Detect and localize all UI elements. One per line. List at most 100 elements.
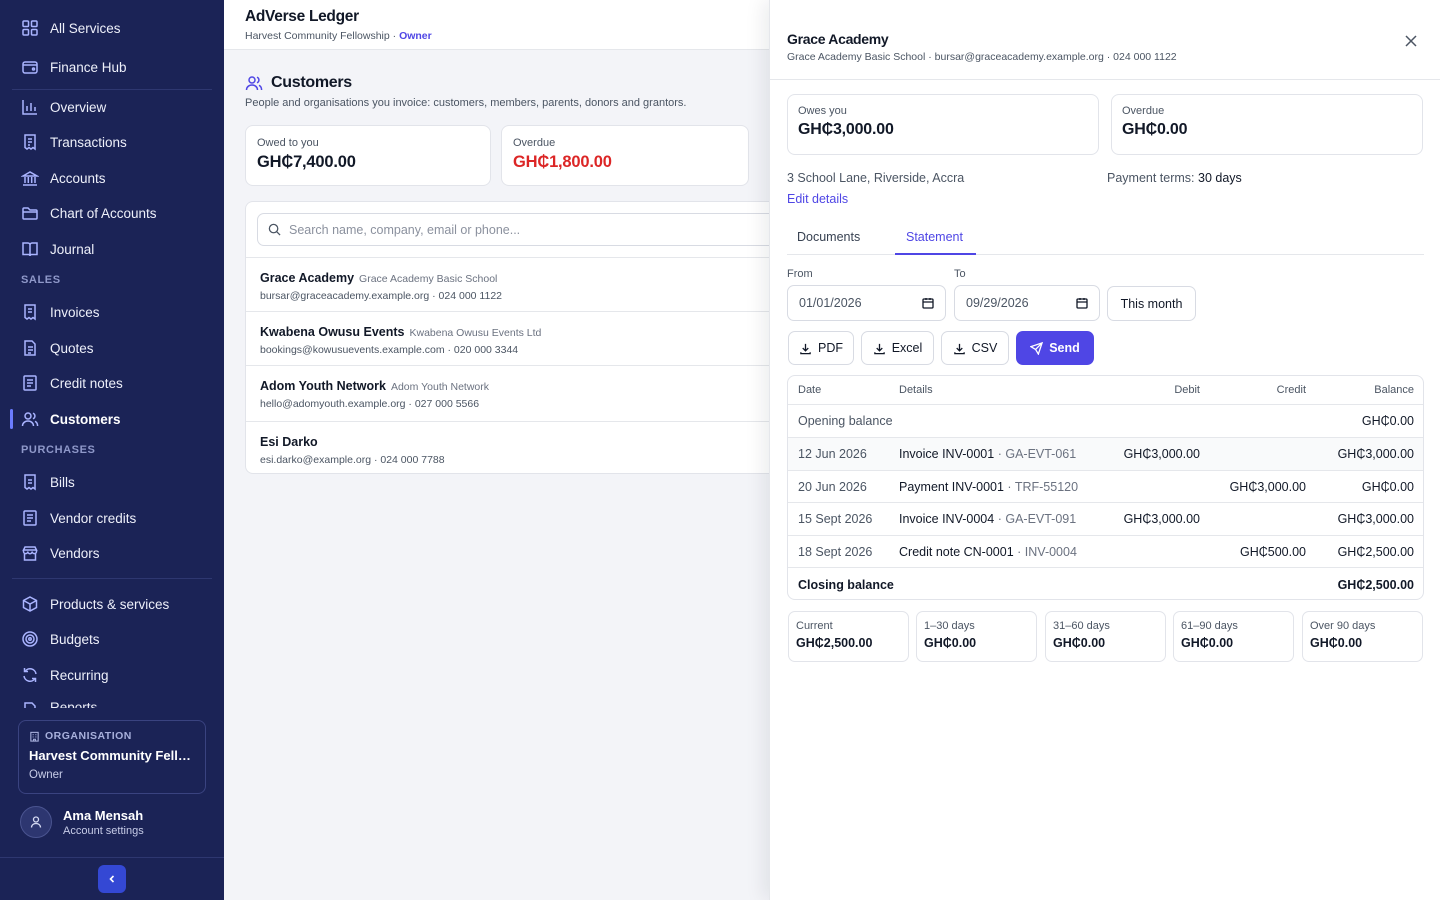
export-csv-button[interactable]: CSV <box>941 331 1009 365</box>
nav-label: Invoices <box>50 304 100 320</box>
panel-title: Grace Academy <box>787 31 889 47</box>
owed-value: GH₵7,400.00 <box>257 153 356 171</box>
organisation-label: ORGANISATION <box>29 730 195 742</box>
customer-contact: esi.darko@example.org · 024 000 7788 <box>260 454 445 466</box>
search-input[interactable] <box>289 222 759 237</box>
nav-customers[interactable]: Customers <box>10 404 212 434</box>
nav-label: Credit notes <box>50 375 123 391</box>
nav-label: All Services <box>50 20 121 36</box>
overdue-value: GH₵1,800.00 <box>513 153 612 171</box>
calendar-icon <box>1076 298 1088 309</box>
customer-name: Kwabena Owusu Events <box>260 325 405 339</box>
nav-vendors[interactable]: Vendors <box>12 538 212 568</box>
panel-tabs: Documents Statement <box>787 224 1424 255</box>
download-icon <box>873 343 885 354</box>
avatar <box>20 806 52 838</box>
building-icon <box>30 731 39 742</box>
search-icon <box>268 223 281 236</box>
nav-label: Quotes <box>50 340 94 356</box>
divider <box>12 89 212 90</box>
aging-31-60: 31–60 days GH₵0.00 <box>1045 611 1166 662</box>
nav-recurring[interactable]: Recurring <box>12 660 212 690</box>
customer-name: Adom Youth Network <box>260 379 386 393</box>
download-icon <box>800 343 811 354</box>
from-date-input[interactable]: 01/01/2026 <box>787 285 946 321</box>
panel-subtitle: Grace Academy Basic School · bursar@grac… <box>787 51 1177 63</box>
nav-invoices[interactable]: Invoices <box>12 297 212 327</box>
nav-vendor-credits[interactable]: Vendor credits <box>12 503 212 533</box>
table-row[interactable]: 20 Jun 2026 Payment INV-0001 · TRF-55120… <box>788 471 1423 503</box>
nav-label: Overview <box>50 99 107 115</box>
customer-row[interactable]: Kwabena Owusu Events Kwabena Owusu Events… <box>246 311 786 365</box>
opening-balance-row: Opening balance GH₵0.00 <box>788 405 1423 438</box>
table-row[interactable]: 18 Sept 2026 Credit note CN-0001 · INV-0… <box>788 536 1423 568</box>
payment-terms: Payment terms: 30 days <box>1107 171 1242 185</box>
table-row[interactable]: 15 Sept 2026 Invoice INV-0004 · GA-EVT-0… <box>788 503 1423 536</box>
customer-row[interactable]: Esi Darko esi.darko@example.org · 024 00… <box>246 421 786 475</box>
nav-bills[interactable]: Bills <box>12 467 212 497</box>
customer-row[interactable]: Grace Academy Grace Academy Basic School … <box>246 257 786 311</box>
close-icon <box>1405 35 1417 47</box>
nav-label: Reports <box>50 700 98 708</box>
users-icon <box>20 409 40 429</box>
send-statement-button[interactable]: Send <box>1016 331 1094 365</box>
book-icon <box>20 239 40 259</box>
organisation-name: Harvest Community Fello... <box>29 748 195 763</box>
store-icon <box>20 543 40 563</box>
this-month-button[interactable]: This month <box>1107 286 1196 321</box>
refresh-icon <box>20 665 40 685</box>
send-icon <box>1030 341 1044 355</box>
nav-journal[interactable]: Journal <box>12 234 212 264</box>
nav-finance-hub[interactable]: Finance Hub <box>12 52 212 82</box>
nav-chart-of-accounts[interactable]: Chart of Accounts <box>12 198 212 228</box>
export-pdf-button[interactable]: PDF <box>788 331 854 365</box>
collapse-sidebar-button[interactable] <box>98 865 126 893</box>
table-header: Date Details Debit Credit Balance <box>788 376 1423 405</box>
nav-budgets[interactable]: Budgets <box>12 624 212 654</box>
app-title: AdVerse Ledger <box>245 8 359 25</box>
nav-label: Accounts <box>50 170 106 186</box>
nav-transactions[interactable]: Transactions <box>12 127 212 157</box>
nav-label: Recurring <box>50 667 109 683</box>
export-excel-button[interactable]: Excel <box>861 331 934 365</box>
tab-documents[interactable]: Documents <box>797 230 860 244</box>
divider <box>0 857 224 858</box>
owes-value: GH₵3,000.00 <box>798 121 894 138</box>
statement-table: Date Details Debit Credit Balance Openin… <box>787 375 1424 600</box>
panel-overdue-value: GH₵0.00 <box>1122 121 1188 138</box>
bank-icon <box>20 168 40 188</box>
box-icon <box>20 594 40 614</box>
nav-reports[interactable]: Reports <box>12 696 212 708</box>
customer-address: 3 School Lane, Riverside, Accra <box>787 171 965 185</box>
closing-balance-row: Closing balance GH₵2,500.00 <box>798 577 1414 592</box>
search-box[interactable] <box>257 213 787 246</box>
tab-statement[interactable]: Statement <box>906 230 963 244</box>
nav-credit-notes[interactable]: Credit notes <box>12 368 212 398</box>
table-row[interactable]: 12 Jun 2026 Invoice INV-0001 · GA-EVT-06… <box>788 438 1423 471</box>
document-icon <box>20 508 40 528</box>
user-menu[interactable]: Ama Mensah Account settings <box>20 806 144 838</box>
org-context: Harvest Community Fellowship · Owner <box>245 30 432 42</box>
main-content: AdVerse Ledger Harvest Community Fellows… <box>224 0 787 900</box>
page-description: People and organisations you invoice: cu… <box>245 97 687 109</box>
bar-chart-icon <box>20 97 40 117</box>
customer-company: Adom Youth Network <box>390 381 489 393</box>
customer-company: Kwabena Owusu Events Ltd <box>409 327 542 339</box>
user-name: Ama Mensah <box>63 807 144 823</box>
customer-row[interactable]: Adom Youth Network Adom Youth Network hel… <box>246 365 786 422</box>
nav-all-services[interactable]: All Services <box>12 13 212 43</box>
nav-overview[interactable]: Overview <box>12 92 212 122</box>
nav-accounts[interactable]: Accounts <box>12 163 212 193</box>
account-settings-link[interactable]: Account settings <box>63 825 144 837</box>
aging-current: Current GH₵2,500.00 <box>788 611 909 662</box>
nav-products-services[interactable]: Products & services <box>12 589 212 619</box>
edit-details-link[interactable]: Edit details <box>787 192 848 206</box>
panel-header: Grace Academy Grace Academy Basic School… <box>770 0 1440 80</box>
close-button[interactable] <box>1402 32 1420 50</box>
nav-quotes[interactable]: Quotes <box>12 333 212 363</box>
page-title: Customers <box>245 74 352 92</box>
organisation-card[interactable]: ORGANISATION Harvest Community Fello... … <box>18 720 206 794</box>
invoice-icon <box>20 302 40 322</box>
to-date-input[interactable]: 09/29/2026 <box>954 285 1100 321</box>
document-icon <box>20 338 40 358</box>
